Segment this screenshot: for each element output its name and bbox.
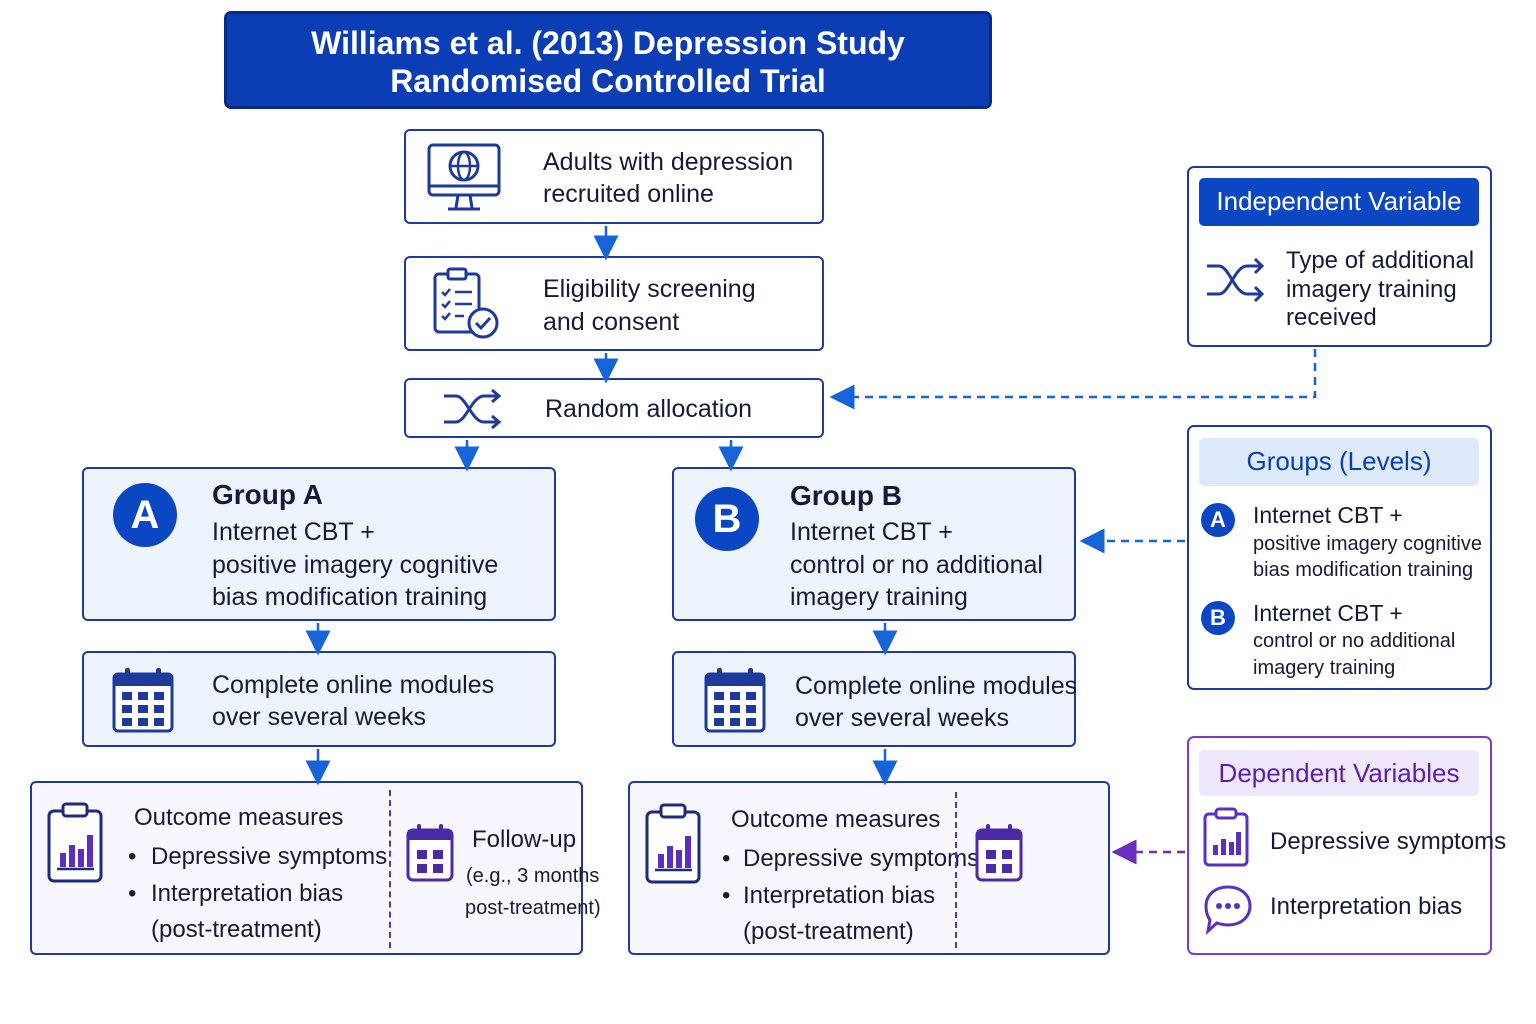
flow-arrows [305,226,898,786]
dashed-connectors [829,349,1317,865]
connector-arrows [305,226,1317,865]
